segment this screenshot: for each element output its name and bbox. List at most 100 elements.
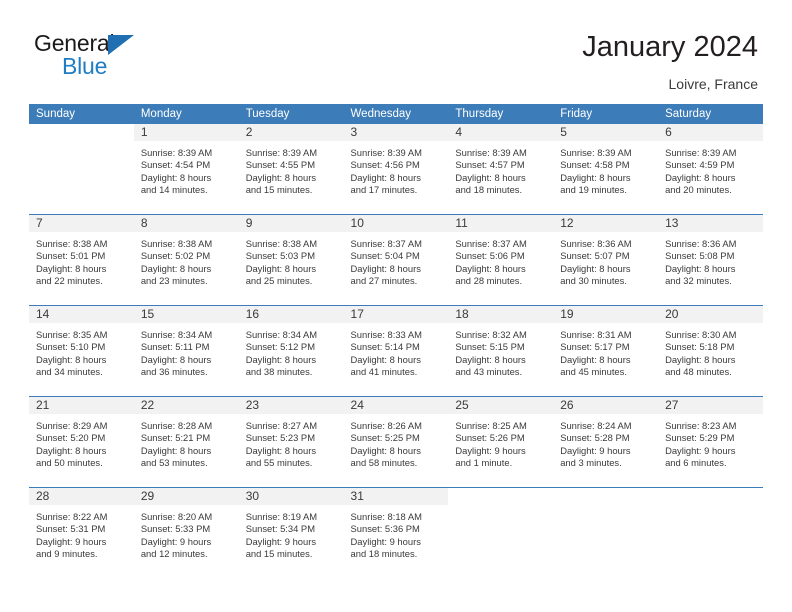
- day-details: Sunrise: 8:35 AM Sunset: 5:10 PM Daylight:…: [29, 323, 134, 379]
- calendar-day-cell[interactable]: 3 Sunrise: 8:39 AM Sunset: 4:56 PM Daylight…: [343, 124, 449, 214]
- calendar-day-cell[interactable]: 30 Sunrise: 8:19 AM Sunset: 5:34 PM Dayligh…: [238, 488, 344, 578]
- calendar-day-cell[interactable]: 9 Sunrise: 8:38 AM Sunset: 5:03 PM Daylight…: [238, 215, 344, 305]
- calendar-day-cell[interactable]: 8 Sunrise: 8:38 AM Sunset: 5:02 PM Daylight…: [133, 215, 239, 305]
- calendar-day-cell[interactable]: 1 Sunrise: 8:39 AM Sunset: 4:54 PM Daylight…: [133, 124, 239, 214]
- sunset-text: Sunset: 5:26 PM: [455, 432, 525, 444]
- day-details: Sunrise: 8:39 AM Sunset: 4:55 PM Daylight:…: [239, 141, 344, 197]
- calendar-day-cell[interactable]: 16 Sunrise: 8:34 AM Sunset: 5:12 PM Dayligh…: [238, 306, 344, 396]
- calendar-page: General Blue January 2024 Loivre, France…: [0, 0, 792, 612]
- sunset-text: Sunset: 5:18 PM: [665, 341, 735, 353]
- daylight-text: Daylight: 8 hours: [665, 353, 736, 365]
- day-number-band: 20: [658, 306, 763, 323]
- calendar-week-row: 7 Sunrise: 8:38 AM Sunset: 5:01 PM Daylight…: [29, 214, 763, 306]
- calendar-day-cell[interactable]: 23 Sunrise: 8:27 AM Sunset: 5:23 PM Dayligh…: [238, 397, 344, 487]
- calendar-day-cell[interactable]: 17 Sunrise: 8:33 AM Sunset: 5:14 PM Dayligh…: [343, 306, 449, 396]
- calendar-day-cell[interactable]: 13 Sunrise: 8:36 AM Sunset: 5:08 PM Dayligh…: [658, 215, 763, 305]
- daylight-text-cont: and 45 minutes.: [560, 366, 627, 378]
- day-number-band: 31: [343, 488, 449, 505]
- sunrise-text: Sunrise: 8:38 AM: [245, 238, 318, 249]
- day-details: Sunrise: 8:34 AM Sunset: 5:12 PM Daylight:…: [239, 323, 344, 379]
- calendar-day-cell-empty: [658, 488, 763, 578]
- day-details: Sunrise: 8:33 AM Sunset: 5:14 PM Daylight:…: [344, 323, 449, 379]
- sunrise-text: Sunrise: 8:29 AM: [36, 420, 108, 431]
- day-number-band: 7: [29, 215, 134, 232]
- calendar-day-cell[interactable]: 12 Sunrise: 8:36 AM Sunset: 5:07 PM Dayligh…: [553, 215, 659, 305]
- day-details: Sunrise: 8:39 AM Sunset: 4:54 PM Daylight:…: [134, 141, 239, 197]
- calendar-day-cell[interactable]: 21 Sunrise: 8:29 AM Sunset: 5:20 PM Dayligh…: [29, 397, 134, 487]
- day-number: 19: [560, 307, 574, 321]
- calendar-day-cell[interactable]: 11 Sunrise: 8:37 AM Sunset: 5:06 PM Dayligh…: [448, 215, 554, 305]
- daylight-text-cont: and 41 minutes.: [350, 366, 418, 378]
- day-number: 1: [140, 125, 148, 139]
- day-details: Sunrise: 8:32 AM Sunset: 5:15 PM Daylight:…: [448, 323, 553, 379]
- calendar-day-cell[interactable]: 18 Sunrise: 8:32 AM Sunset: 5:15 PM Dayligh…: [448, 306, 554, 396]
- day-number-band: 14: [29, 306, 134, 323]
- calendar-day-cell[interactable]: 29 Sunrise: 8:20 AM Sunset: 5:33 PM Dayligh…: [133, 488, 239, 578]
- daylight-text-cont: and 48 minutes.: [665, 366, 732, 378]
- day-number-band: 27: [658, 397, 763, 414]
- day-number-band: 26: [553, 397, 659, 414]
- calendar-day-cell[interactable]: 14 Sunrise: 8:35 AM Sunset: 5:10 PM Dayligh…: [29, 306, 134, 396]
- page-subtitle-location: Loivre, France: [668, 76, 758, 92]
- day-number-band: 16: [238, 306, 344, 323]
- day-number-band: 13: [658, 215, 763, 232]
- daylight-text-cont: and 50 minutes.: [36, 457, 103, 469]
- calendar-day-cell[interactable]: 7 Sunrise: 8:38 AM Sunset: 5:01 PM Daylight…: [29, 215, 134, 305]
- day-details: Sunrise: 8:23 AM Sunset: 5:29 PM Daylight:…: [658, 414, 763, 470]
- calendar-day-cell[interactable]: 10 Sunrise: 8:37 AM Sunset: 5:04 PM Dayligh…: [343, 215, 449, 305]
- calendar-day-cell[interactable]: 31 Sunrise: 8:18 AM Sunset: 5:36 PM Dayligh…: [343, 488, 449, 578]
- day-number-band: 11: [448, 215, 554, 232]
- day-number-band: 30: [238, 488, 344, 505]
- calendar-day-cell[interactable]: 26 Sunrise: 8:24 AM Sunset: 5:28 PM Dayligh…: [553, 397, 659, 487]
- day-number-band: 17: [343, 306, 449, 323]
- sunset-text: Sunset: 4:55 PM: [245, 159, 315, 171]
- general-blue-logo[interactable]: General Blue: [34, 28, 154, 84]
- calendar-day-cell[interactable]: 27 Sunrise: 8:23 AM Sunset: 5:29 PM Dayligh…: [658, 397, 763, 487]
- calendar-week-row: 1 Sunrise: 8:39 AM Sunset: 4:54 PM Daylight…: [29, 124, 763, 215]
- day-number: 26: [560, 398, 574, 412]
- daylight-text-cont: and 22 minutes.: [36, 275, 103, 287]
- calendar-day-cell[interactable]: 5 Sunrise: 8:39 AM Sunset: 4:58 PM Daylight…: [553, 124, 659, 214]
- calendar-day-cell[interactable]: 20 Sunrise: 8:30 AM Sunset: 5:18 PM Dayligh…: [658, 306, 763, 396]
- sunrise-text: Sunrise: 8:39 AM: [455, 147, 527, 158]
- day-number-band: 12: [553, 215, 659, 232]
- day-number: 10: [350, 216, 364, 230]
- calendar-day-cell[interactable]: 2 Sunrise: 8:39 AM Sunset: 4:55 PM Daylight…: [238, 124, 344, 214]
- calendar-day-cell[interactable]: 22 Sunrise: 8:28 AM Sunset: 5:21 PM Dayligh…: [133, 397, 239, 487]
- calendar-day-cell[interactable]: 19 Sunrise: 8:31 AM Sunset: 5:17 PM Dayligh…: [553, 306, 659, 396]
- calendar-day-cell-empty: [29, 124, 134, 214]
- day-number: 24: [350, 398, 364, 412]
- calendar-day-cell[interactable]: 25 Sunrise: 8:25 AM Sunset: 5:26 PM Dayligh…: [448, 397, 554, 487]
- calendar-day-cell[interactable]: 6 Sunrise: 8:39 AM Sunset: 4:59 PM Daylight…: [658, 124, 763, 214]
- sunrise-text: Sunrise: 8:22 AM: [36, 511, 108, 522]
- day-number: 15: [140, 307, 155, 321]
- day-number-band: [448, 488, 553, 505]
- sunrise-text: Sunrise: 8:32 AM: [455, 329, 527, 340]
- day-number: 13: [665, 216, 679, 230]
- calendar-day-cell-empty: [553, 488, 658, 578]
- daylight-text: Daylight: 8 hours: [245, 262, 317, 274]
- daylight-text-cont: and 3 minutes.: [560, 457, 622, 469]
- calendar-week-row: 28 Sunrise: 8:22 AM Sunset: 5:31 PM Dayligh…: [29, 487, 763, 578]
- sunset-text: Sunset: 4:57 PM: [455, 159, 525, 171]
- calendar-grid: Sunday Monday Tuesday Wednesday Thursday…: [29, 104, 763, 578]
- day-number: 8: [140, 216, 148, 230]
- daylight-text-cont: and 20 minutes.: [665, 184, 732, 196]
- weekday-header-wednesday: Wednesday: [343, 104, 449, 124]
- daylight-text: Daylight: 8 hours: [350, 171, 421, 183]
- daylight-text: Daylight: 8 hours: [140, 444, 212, 456]
- sunrise-text: Sunrise: 8:34 AM: [140, 329, 213, 340]
- day-number-band: 2: [238, 124, 344, 141]
- sunrise-text: Sunrise: 8:31 AM: [560, 329, 632, 340]
- day-details: Sunrise: 8:27 AM Sunset: 5:23 PM Daylight:…: [239, 414, 344, 470]
- day-details: Sunrise: 8:18 AM Sunset: 5:36 PM Daylight:…: [344, 505, 449, 561]
- calendar-day-cell[interactable]: 28 Sunrise: 8:22 AM Sunset: 5:31 PM Dayligh…: [29, 488, 134, 578]
- calendar-body: 1 Sunrise: 8:39 AM Sunset: 4:54 PM Daylight…: [29, 124, 763, 578]
- calendar-day-cell[interactable]: 24 Sunrise: 8:26 AM Sunset: 5:25 PM Dayligh…: [343, 397, 449, 487]
- sunrise-text: Sunrise: 8:19 AM: [245, 511, 318, 522]
- calendar-day-cell[interactable]: 4 Sunrise: 8:39 AM Sunset: 4:57 PM Daylight…: [448, 124, 554, 214]
- sunset-text: Sunset: 5:11 PM: [140, 341, 210, 353]
- day-details: Sunrise: 8:24 AM Sunset: 5:28 PM Daylight:…: [553, 414, 658, 470]
- calendar-day-cell[interactable]: 15 Sunrise: 8:34 AM Sunset: 5:11 PM Dayligh…: [133, 306, 239, 396]
- weekday-header-monday: Monday: [133, 104, 239, 124]
